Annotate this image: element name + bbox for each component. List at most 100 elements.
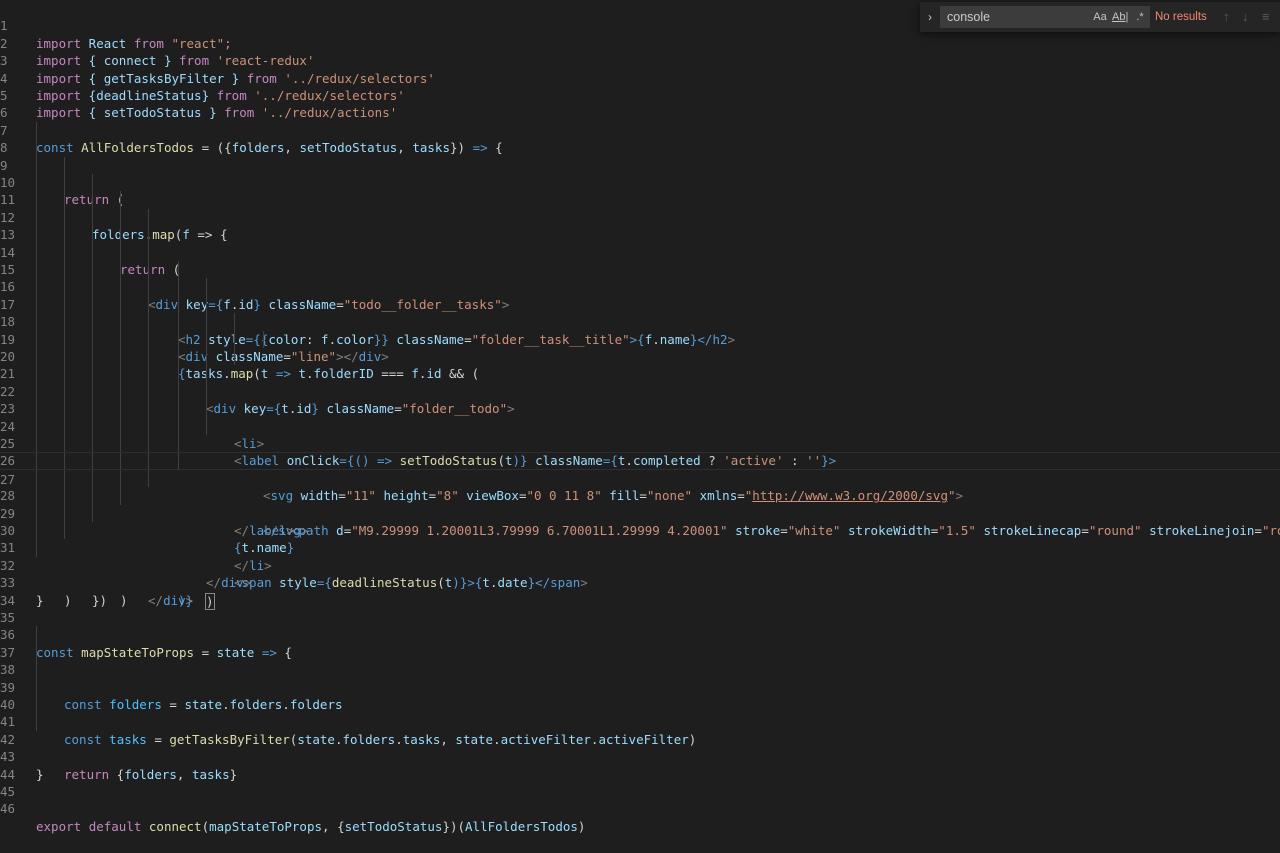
indent-guide: [178, 417, 179, 435]
next-match-arrow-down-icon[interactable]: ↓: [1242, 2, 1249, 32]
code-line[interactable]: 24 </li>: [0, 400, 1280, 573]
code-line[interactable]: 16 <div key={t.id} className="folder__to…: [0, 261, 1280, 416]
indent-guide: [178, 278, 179, 296]
code-line[interactable]: 6: [0, 87, 1280, 120]
indent-guide: [206, 313, 207, 331]
indent-guide: [64, 208, 65, 227]
indent-guide: [148, 365, 149, 383]
indent-guide: [36, 400, 37, 418]
code-line[interactable]: 28 )}: [0, 469, 1280, 608]
code-line[interactable]: 39: [0, 661, 1280, 695]
code-line[interactable]: 20 <path d="M9.29999 1.20001L3.79999 6.7…: [0, 330, 1280, 538]
indent-guide: [92, 295, 93, 314]
match-case-icon[interactable]: Aa: [1092, 9, 1108, 25]
code-line[interactable]: 31 }): [0, 522, 1280, 608]
code-line[interactable]: 32 ): [0, 539, 1280, 608]
code-line[interactable]: 34: [0, 574, 1280, 608]
indent-guide: [36, 539, 37, 557]
code-line[interactable]: 12 <div key={f.id} className="todo__fold…: [0, 191, 1280, 312]
code-line[interactable]: 5 import { setTodoStatus } from '../redu…: [0, 70, 1280, 120]
indent-guide: [206, 330, 207, 348]
code-line[interactable]: 26 </div>: [0, 435, 1280, 590]
indent-guide: [36, 295, 37, 314]
code-line[interactable]: 11 return (: [0, 174, 1280, 277]
match-whole-word-icon[interactable]: Ab|: [1112, 9, 1128, 25]
indent-guide: [120, 453, 121, 469]
token: (: [201, 818, 210, 834]
code-line[interactable]: 40 const tasks = getTasksByFilter(state.…: [0, 678, 1280, 747]
token: })(: [442, 818, 466, 834]
indent-guide: [92, 487, 93, 505]
code-line[interactable]: 43 }: [0, 731, 1280, 781]
regex-icon[interactable]: .*: [1132, 9, 1148, 25]
code-line[interactable]: 37: [0, 626, 1280, 660]
indent-guide: [120, 400, 121, 418]
code-line[interactable]: 8: [0, 121, 1280, 155]
code-line[interactable]: 35: [0, 592, 1280, 625]
indent-guide: [64, 313, 65, 331]
indent-guide: [64, 522, 65, 540]
code-line[interactable]: 44: [0, 748, 1280, 782]
indent-guide: [36, 261, 37, 279]
indent-guide: [36, 453, 37, 469]
find-status: No results: [1155, 11, 1207, 23]
code-line[interactable]: 29 </div>: [0, 487, 1280, 608]
indent-guide: [148, 469, 149, 488]
code-line[interactable]: 4 import {deadlineStatus} from '../redux…: [0, 52, 1280, 103]
code-line[interactable]: 3 import { getTasksByFilter } from '../r…: [0, 35, 1280, 85]
indent-guide: [36, 208, 37, 227]
code-line[interactable]: 38 const folders = state.folders.folders: [0, 643, 1280, 712]
code-line[interactable]: 23 {t.name}: [0, 382, 1280, 555]
indent-guide: [36, 522, 37, 540]
code-line[interactable]: 14 <div className="line"></div>: [0, 226, 1280, 364]
indent-guide: [64, 469, 65, 488]
code-line[interactable]: 18 <label onClick={() => setTodoStatus(t…: [0, 295, 1280, 468]
code-line[interactable]: 17 <li>: [0, 278, 1280, 451]
code-line[interactable]: 33 }: [0, 557, 1280, 607]
indent-guide: [36, 348, 37, 366]
indent-guide: [92, 330, 93, 348]
current-code-line[interactable]: 27 ): [0, 452, 1280, 610]
code-line[interactable]: 9 return (: [0, 139, 1280, 207]
code-line[interactable]: 13 <h2 style={{color: f.color}} classNam…: [0, 208, 1280, 347]
code-line[interactable]: 46 export default connect(mapStateToProp…: [0, 783, 1280, 833]
indent-guide: [120, 435, 121, 453]
indent-guide: [36, 243, 37, 261]
code-line[interactable]: 10 folders.map(f => {: [0, 156, 1280, 242]
code-line[interactable]: 21 </svg>: [0, 348, 1280, 538]
indent-guide: [64, 435, 65, 453]
code-line[interactable]: 19 <svg width="11" height="8" viewBox="0…: [0, 313, 1280, 503]
indent-guide: [148, 278, 149, 296]
indent-guide: [178, 330, 179, 348]
indent-guide: [92, 208, 93, 227]
indent-guide: [148, 435, 149, 453]
code-line[interactable]: 45: [0, 766, 1280, 799]
indent-guide: [120, 191, 121, 209]
code-line[interactable]: 15 {tasks.map(t => t.folderID === f.id &…: [0, 243, 1280, 381]
indent-guide: [92, 417, 93, 435]
indent-guide: [36, 487, 37, 505]
code-line[interactable]: 22 </label>: [0, 365, 1280, 538]
indent-guide: [120, 278, 121, 296]
previous-match-arrow-up-icon[interactable]: ↑: [1223, 2, 1230, 32]
code-line[interactable]: 42 return {folders, tasks}: [0, 713, 1280, 782]
toggle-replace-chevron-icon[interactable]: ›: [922, 2, 938, 32]
indent-guide: [36, 330, 37, 348]
code-editor[interactable]: 1 import React from "react"; 2 import { …: [0, 0, 1280, 834]
indent-guide: [92, 226, 93, 244]
indent-guide: [92, 243, 93, 261]
token: export: [36, 818, 82, 834]
code-line[interactable]: 41: [0, 696, 1280, 729]
code-line[interactable]: 36 const mapStateToProps = state => {: [0, 609, 1280, 659]
indent-guide: [64, 156, 65, 174]
indent-guide: [178, 261, 179, 279]
code-line[interactable]: 25 <span style={deadlineStatus(t)}>{t.da…: [0, 417, 1280, 590]
indent-guide: [36, 696, 37, 714]
indent-guide: [120, 348, 121, 366]
indent-guide: [64, 417, 65, 435]
indent-guide: [64, 348, 65, 366]
code-line[interactable]: 30 ): [0, 504, 1280, 608]
find-in-selection-icon[interactable]: ≡: [1262, 2, 1270, 32]
code-line[interactable]: 7 const AllFoldersTodos = ({folders, set…: [0, 104, 1280, 155]
